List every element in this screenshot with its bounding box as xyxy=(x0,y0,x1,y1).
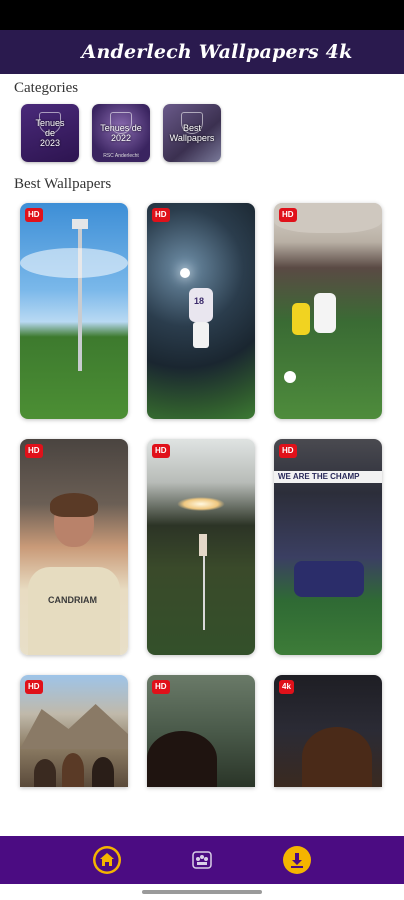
person-head xyxy=(92,757,114,787)
stadium-light xyxy=(180,268,190,278)
wallpaper-tile[interactable]: HD xyxy=(20,203,128,419)
hd-badge: HD xyxy=(25,680,43,694)
mountains xyxy=(20,704,128,749)
category-label: Tenues de 2023 xyxy=(35,118,65,148)
sun-glow xyxy=(177,497,225,511)
wallpaper-tile[interactable]: CANDRIAM HD xyxy=(20,439,128,655)
wallpaper-tile[interactable]: WE ARE THE CHAMP HD xyxy=(274,439,382,655)
hd-badge: HD xyxy=(25,208,43,222)
wallpaper-tile[interactable]: HD xyxy=(20,675,128,787)
category-card[interactable]: Tenues de 2023 xyxy=(21,104,79,162)
download-icon[interactable] xyxy=(282,845,312,875)
category-label: Best Wallpapers xyxy=(169,123,215,143)
app-title: Anderlech Wallpapers 4k xyxy=(81,41,353,63)
hd-badge: HD xyxy=(152,208,170,222)
categories-heading: Categories xyxy=(14,80,79,96)
hd-badge: HD xyxy=(152,680,170,694)
stadium-banner: WE ARE THE CHAMP xyxy=(274,471,382,483)
wallpaper-tile[interactable]: HD xyxy=(147,675,255,787)
floodlight-pole xyxy=(78,221,82,371)
person-head xyxy=(34,759,56,787)
hd-badge: HD xyxy=(279,444,297,458)
football xyxy=(284,371,296,383)
4k-badge: 4k xyxy=(279,680,294,694)
category-card[interactable]: Best Wallpapers xyxy=(163,104,221,162)
shirt-number: 18 xyxy=(194,296,205,306)
bottom-navigation xyxy=(0,836,404,884)
player-head xyxy=(302,727,372,787)
app-bar: Anderlech Wallpapers 4k xyxy=(0,30,404,74)
home-icon[interactable] xyxy=(92,845,122,875)
person-head xyxy=(62,753,84,787)
banner-text: WE ARE THE CHAMP xyxy=(278,472,360,481)
hd-badge: HD xyxy=(152,444,170,458)
player-hair xyxy=(50,493,98,517)
wallpaper-tile[interactable]: 18 HD xyxy=(147,203,255,419)
best-wallpapers-heading: Best Wallpapers xyxy=(14,176,112,192)
floodlight-lamp xyxy=(72,219,88,229)
category-sublabel: RSC Anderlecht xyxy=(103,153,139,159)
corner-flag xyxy=(199,534,207,556)
category-card[interactable]: Tenues de 2022 RSC Anderlecht xyxy=(92,104,150,162)
sponsor-text: CANDRIAM xyxy=(48,595,97,605)
hd-badge: HD xyxy=(279,208,297,222)
wallpaper-tile[interactable]: HD xyxy=(147,439,255,655)
club-crest-icon[interactable] xyxy=(187,845,217,875)
categories-row: Tenues de 2023 Tenues de 2022 RSC Anderl… xyxy=(21,104,221,162)
player-shirt: 18 xyxy=(189,288,213,322)
wallpaper-tile[interactable]: 4k xyxy=(274,675,382,787)
status-bar xyxy=(0,0,404,30)
team-huddle xyxy=(294,561,364,597)
wallpaper-tile[interactable]: HD xyxy=(274,203,382,419)
player-head xyxy=(147,731,217,787)
player-jersey: CANDRIAM xyxy=(28,567,120,655)
category-label: Tenues de 2022 xyxy=(100,123,142,143)
cloud xyxy=(20,248,128,278)
player-shorts xyxy=(193,322,209,348)
opponent-player xyxy=(292,303,310,335)
player-white-kit xyxy=(314,293,336,333)
home-gesture-bar[interactable] xyxy=(142,890,262,894)
hd-badge: HD xyxy=(25,444,43,458)
